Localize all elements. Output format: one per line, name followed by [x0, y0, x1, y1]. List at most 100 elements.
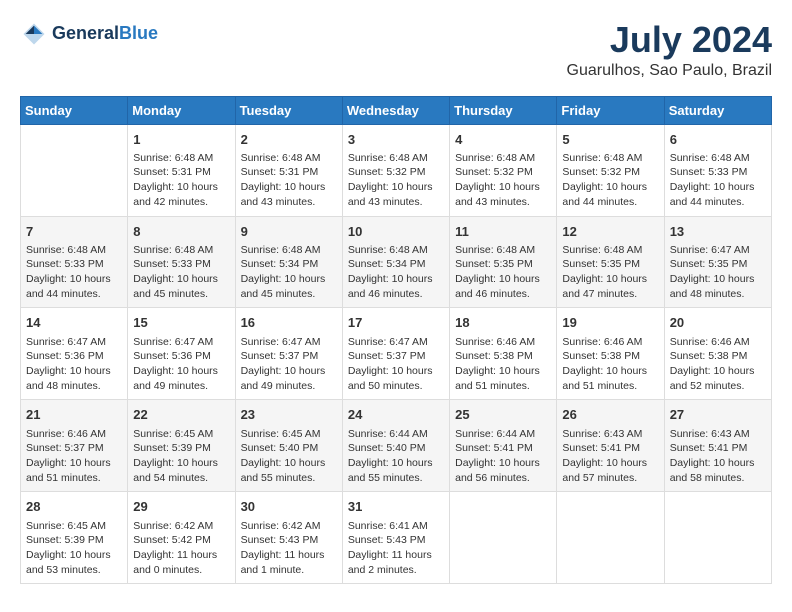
col-monday: Monday	[128, 96, 235, 124]
table-row: 28Sunrise: 6:45 AM Sunset: 5:39 PM Dayli…	[21, 492, 128, 584]
day-number: 16	[241, 314, 337, 332]
table-row: 14 Sunrise: 6:47 AM Sunset: 5:36 PM Dayli…	[21, 308, 128, 400]
day-number: 28	[26, 498, 122, 516]
day-number: 9	[241, 223, 337, 241]
table-row: 24Sunrise: 6:44 AM Sunset: 5:40 PM Dayli…	[342, 400, 449, 492]
day-info: Sunrise: 6:48 AM Sunset: 5:34 PM Dayligh…	[348, 243, 444, 302]
day-info: Sunrise: 6:45 AM Sunset: 5:40 PM Dayligh…	[241, 427, 337, 486]
day-number: 26	[562, 406, 658, 424]
day-info: Sunrise: 6:44 AM Sunset: 5:40 PM Dayligh…	[348, 427, 444, 486]
table-row: 12 Sunrise: 6:48 AM Sunset: 5:35 PM Dayli…	[557, 216, 664, 308]
table-row	[557, 492, 664, 584]
day-number: 21	[26, 406, 122, 424]
day-number: 3	[348, 131, 444, 149]
logo: GeneralBlue	[20, 20, 158, 48]
day-number: 12	[562, 223, 658, 241]
table-row: 26 Sunrise: 6:43 AM Sunset: 5:41 PM Dayli…	[557, 400, 664, 492]
day-number: 19	[562, 314, 658, 332]
day-info: Sunrise: 6:42 AM Sunset: 5:43 PM Dayligh…	[241, 519, 337, 578]
calendar-row: 28Sunrise: 6:45 AM Sunset: 5:39 PM Dayli…	[21, 492, 772, 584]
page-header: GeneralBlue July 2024 Guarulhos, Sao Pau…	[20, 20, 772, 80]
day-info: Sunrise: 6:43 AM Sunset: 5:41 PM Dayligh…	[562, 427, 658, 486]
day-number: 11	[455, 223, 551, 241]
day-info: Sunrise: 6:46 AM Sunset: 5:38 PM Dayligh…	[562, 335, 658, 394]
day-number: 10	[348, 223, 444, 241]
calendar-table: Sunday Monday Tuesday Wednesday Thursday…	[20, 96, 772, 585]
header-row: Sunday Monday Tuesday Wednesday Thursday…	[21, 96, 772, 124]
day-number: 20	[670, 314, 766, 332]
table-row: 29 Sunrise: 6:42 AM Sunset: 5:42 PM Dayli…	[128, 492, 235, 584]
table-row: 13 Sunrise: 6:47 AM Sunset: 5:35 PM Dayli…	[664, 216, 771, 308]
day-info: Sunrise: 6:48 AM Sunset: 5:35 PM Dayligh…	[455, 243, 551, 302]
day-number: 25	[455, 406, 551, 424]
month-year: July 2024	[567, 20, 772, 60]
table-row: 5Sunrise: 6:48 AM Sunset: 5:32 PM Daylig…	[557, 124, 664, 216]
calendar-row: 21 Sunrise: 6:46 AM Sunset: 5:37 PM Dayli…	[21, 400, 772, 492]
day-number: 13	[670, 223, 766, 241]
table-row	[21, 124, 128, 216]
day-info: Sunrise: 6:41 AM Sunset: 5:43 PM Dayligh…	[348, 519, 444, 578]
table-row: 19 Sunrise: 6:46 AM Sunset: 5:38 PM Dayli…	[557, 308, 664, 400]
table-row: 7Sunrise: 6:48 AM Sunset: 5:33 PM Daylig…	[21, 216, 128, 308]
table-row: 16 Sunrise: 6:47 AM Sunset: 5:37 PM Dayli…	[235, 308, 342, 400]
day-number: 1	[133, 131, 229, 149]
col-wednesday: Wednesday	[342, 96, 449, 124]
table-row: 2 Sunrise: 6:48 AM Sunset: 5:31 PM Daylig…	[235, 124, 342, 216]
day-info: Sunrise: 6:48 AM Sunset: 5:34 PM Dayligh…	[241, 243, 337, 302]
day-number: 8	[133, 223, 229, 241]
day-info: Sunrise: 6:48 AM Sunset: 5:31 PM Dayligh…	[133, 151, 229, 210]
day-info: Sunrise: 6:48 AM Sunset: 5:31 PM Dayligh…	[241, 151, 337, 210]
day-info: Sunrise: 6:47 AM Sunset: 5:37 PM Dayligh…	[241, 335, 337, 394]
calendar-row: 14 Sunrise: 6:47 AM Sunset: 5:36 PM Dayli…	[21, 308, 772, 400]
day-number: 27	[670, 406, 766, 424]
day-info: Sunrise: 6:46 AM Sunset: 5:38 PM Dayligh…	[455, 335, 551, 394]
day-info: Sunrise: 6:47 AM Sunset: 5:37 PM Dayligh…	[348, 335, 444, 394]
table-row: 20 Sunrise: 6:46 AM Sunset: 5:38 PM Dayli…	[664, 308, 771, 400]
logo-text: GeneralBlue	[52, 24, 158, 44]
day-number: 6	[670, 131, 766, 149]
day-number: 5	[562, 131, 658, 149]
table-row: 1 Sunrise: 6:48 AM Sunset: 5:31 PM Daylig…	[128, 124, 235, 216]
table-row: 8 Sunrise: 6:48 AM Sunset: 5:33 PM Daylig…	[128, 216, 235, 308]
col-saturday: Saturday	[664, 96, 771, 124]
day-info: Sunrise: 6:45 AM Sunset: 5:39 PM Dayligh…	[133, 427, 229, 486]
day-info: Sunrise: 6:48 AM Sunset: 5:33 PM Dayligh…	[133, 243, 229, 302]
day-info: Sunrise: 6:48 AM Sunset: 5:32 PM Dayligh…	[348, 151, 444, 210]
table-row: 15 Sunrise: 6:47 AM Sunset: 5:36 PM Dayli…	[128, 308, 235, 400]
table-row: 17Sunrise: 6:47 AM Sunset: 5:37 PM Dayli…	[342, 308, 449, 400]
title-area: July 2024 Guarulhos, Sao Paulo, Brazil	[567, 20, 772, 80]
table-row: 23Sunrise: 6:45 AM Sunset: 5:40 PM Dayli…	[235, 400, 342, 492]
table-row: 10 Sunrise: 6:48 AM Sunset: 5:34 PM Dayli…	[342, 216, 449, 308]
table-row: 3 Sunrise: 6:48 AM Sunset: 5:32 PM Daylig…	[342, 124, 449, 216]
logo-icon	[20, 20, 48, 48]
table-row: 21 Sunrise: 6:46 AM Sunset: 5:37 PM Dayli…	[21, 400, 128, 492]
day-info: Sunrise: 6:47 AM Sunset: 5:36 PM Dayligh…	[133, 335, 229, 394]
day-number: 29	[133, 498, 229, 516]
day-info: Sunrise: 6:47 AM Sunset: 5:35 PM Dayligh…	[670, 243, 766, 302]
calendar-row: 7 Sunrise: 6:48 AM Sunset: 5:33 PM Daylig…	[21, 216, 772, 308]
day-info: Sunrise: 6:48 AM Sunset: 5:35 PM Dayligh…	[562, 243, 658, 302]
table-row: 22 Sunrise: 6:45 AM Sunset: 5:39 PM Dayli…	[128, 400, 235, 492]
day-info: Sunrise: 6:42 AM Sunset: 5:42 PM Dayligh…	[133, 519, 229, 578]
day-number: 14	[26, 314, 122, 332]
day-number: 15	[133, 314, 229, 332]
day-number: 31	[348, 498, 444, 516]
day-info: Sunrise: 6:46 AM Sunset: 5:37 PM Dayligh…	[26, 427, 122, 486]
day-number: 22	[133, 406, 229, 424]
day-number: 7	[26, 223, 122, 241]
table-row: 31 Sunrise: 6:41 AM Sunset: 5:43 PM Dayli…	[342, 492, 449, 584]
table-row: 9 Sunrise: 6:48 AM Sunset: 5:34 PM Daylig…	[235, 216, 342, 308]
col-thursday: Thursday	[450, 96, 557, 124]
day-number: 4	[455, 131, 551, 149]
day-info: Sunrise: 6:48 AM Sunset: 5:33 PM Dayligh…	[670, 151, 766, 210]
calendar-row: 1 Sunrise: 6:48 AM Sunset: 5:31 PM Daylig…	[21, 124, 772, 216]
day-number: 2	[241, 131, 337, 149]
table-row	[664, 492, 771, 584]
table-row: 30Sunrise: 6:42 AM Sunset: 5:43 PM Dayli…	[235, 492, 342, 584]
day-info: Sunrise: 6:46 AM Sunset: 5:38 PM Dayligh…	[670, 335, 766, 394]
table-row: 27Sunrise: 6:43 AM Sunset: 5:41 PM Dayli…	[664, 400, 771, 492]
col-friday: Friday	[557, 96, 664, 124]
table-row: 4Sunrise: 6:48 AM Sunset: 5:32 PM Daylig…	[450, 124, 557, 216]
table-row: 11 Sunrise: 6:48 AM Sunset: 5:35 PM Dayli…	[450, 216, 557, 308]
day-info: Sunrise: 6:47 AM Sunset: 5:36 PM Dayligh…	[26, 335, 122, 394]
